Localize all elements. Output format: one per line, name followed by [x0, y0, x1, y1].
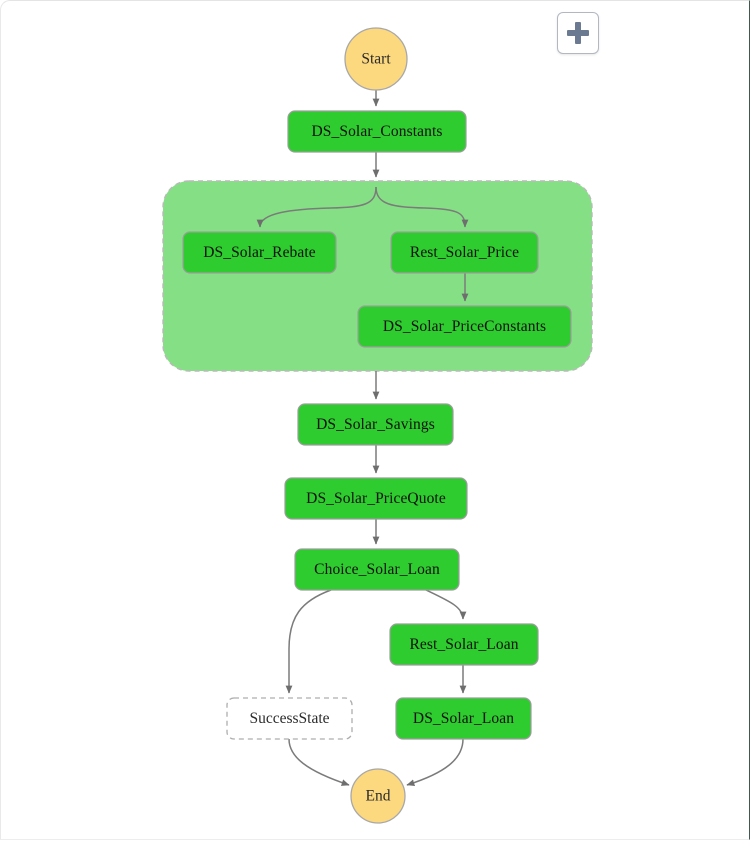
node-label-choice_solar_loan: Choice_Solar_Loan — [314, 561, 440, 578]
edge-success_state-to-end — [288, 738, 350, 786]
edge-choice_solar_loan-to-success_state — [285, 589, 332, 694]
node-label-end: End — [366, 788, 391, 805]
workflow-diagram: Start DS_Solar_Constants DS_Solar_Rebate Re… — [162, 27, 593, 824]
node-label-rest_solar_loan: Rest_Solar_Loan — [409, 636, 518, 653]
node-ds_solar_constants[interactable]: DS_Solar_Constants — [287, 110, 467, 153]
node-label-ds_solar_loan: DS_Solar_Loan — [413, 710, 514, 727]
node-rest_solar_price[interactable]: Rest_Solar_Price — [390, 231, 539, 274]
node-ds_solar_pricequote[interactable]: DS_Solar_PriceQuote — [284, 477, 468, 520]
node-ds_solar_rebate[interactable]: DS_Solar_Rebate — [182, 231, 337, 274]
node-ds_solar_loan[interactable]: DS_Solar_Loan — [395, 697, 532, 740]
edge-ds_solar_loan-to-end — [406, 738, 464, 787]
node-label-ds_solar_priceconst: DS_Solar_PriceConstants — [383, 318, 546, 335]
node-label-ds_solar_constants: DS_Solar_Constants — [312, 123, 443, 140]
node-label-start: Start — [361, 51, 391, 68]
add-state-button[interactable] — [557, 12, 599, 54]
nodes-layer: Start DS_Solar_Constants DS_Solar_Rebate Re… — [182, 27, 572, 824]
node-ds_solar_priceconst[interactable]: DS_Solar_PriceConstants — [357, 305, 572, 348]
edge-choice_solar_loan-to-rest_solar_loan — [425, 589, 467, 620]
node-label-ds_solar_pricequote: DS_Solar_PriceQuote — [306, 490, 446, 507]
node-label-success_state: SuccessState — [249, 710, 329, 727]
node-label-ds_solar_savings: DS_Solar_Savings — [316, 416, 435, 433]
diagram-canvas[interactable]: Start DS_Solar_Constants DS_Solar_Rebate Re… — [0, 0, 750, 840]
node-ds_solar_savings[interactable]: DS_Solar_Savings — [297, 403, 454, 446]
node-choice_solar_loan[interactable]: Choice_Solar_Loan — [294, 548, 460, 591]
node-rest_solar_loan[interactable]: Rest_Solar_Loan — [389, 623, 539, 666]
node-start[interactable]: Start — [344, 27, 408, 91]
node-label-rest_solar_price: Rest_Solar_Price — [410, 244, 519, 261]
node-label-ds_solar_rebate: DS_Solar_Rebate — [203, 244, 316, 261]
plus-icon — [567, 22, 589, 44]
node-end[interactable]: End — [350, 768, 406, 824]
node-success_state[interactable]: SuccessState — [226, 697, 353, 740]
